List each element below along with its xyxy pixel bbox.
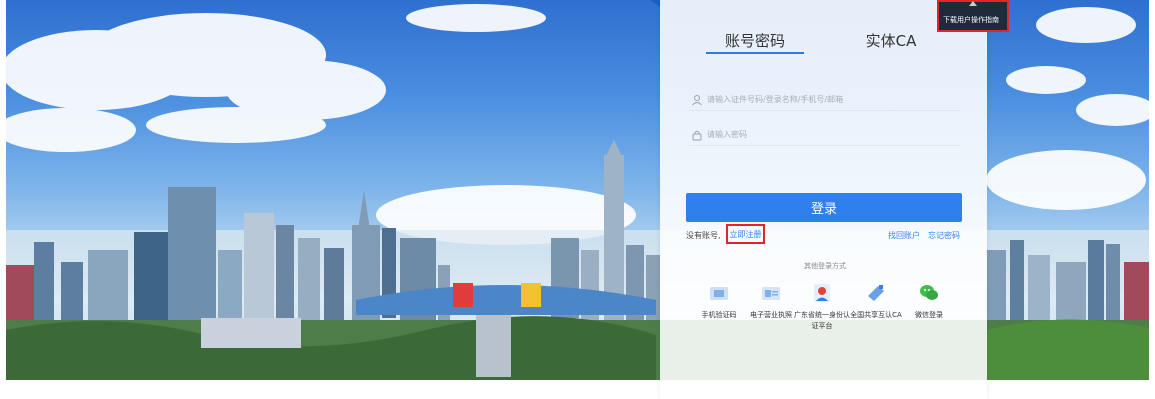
method-label: 广东省统一身份认证平台	[794, 311, 850, 330]
tooltip-arrow-icon	[969, 1, 977, 6]
download-guide-tooltip[interactable]: 下载用户操作指南	[937, 0, 1009, 32]
find-account-link[interactable]: 找回账户	[888, 230, 920, 241]
no-account-text: 没有账号,	[686, 231, 721, 240]
login-method-ca[interactable]: 全国共享互认CA	[848, 282, 904, 321]
tab-physical-ca[interactable]: 实体CA	[836, 30, 946, 56]
user-icon	[692, 94, 702, 105]
phone-sms-icon	[710, 287, 728, 300]
lock-icon	[692, 130, 702, 140]
active-tab-underline	[706, 52, 804, 54]
wechat-icon	[920, 285, 938, 300]
download-guide-label: 下载用户操作指南	[943, 16, 999, 24]
login-method-wechat[interactable]: 微信登录	[901, 282, 957, 321]
username-input[interactable]	[707, 95, 957, 104]
method-label: 电子营业执照	[750, 311, 792, 319]
login-method-identity-platform[interactable]: 广东省统一身份认证平台	[794, 282, 850, 332]
login-method-phone-sms[interactable]: 手机验证码	[691, 282, 747, 321]
method-label: 全国共享互认CA	[850, 311, 902, 319]
business-license-icon	[762, 287, 780, 300]
method-label: 手机验证码	[701, 311, 737, 319]
password-input[interactable]	[707, 130, 957, 139]
login-page: 账号密码 实体CA 登录 没有账号, 立即注册 找回账户 忘记密码 其他登录方式…	[0, 0, 1155, 399]
method-label: 微信登录	[915, 311, 943, 319]
login-button[interactable]: 登录	[686, 193, 962, 222]
username-field	[689, 89, 961, 111]
forget-password-link[interactable]: 忘记密码	[928, 230, 960, 241]
register-link[interactable]: 立即注册	[726, 224, 765, 244]
login-method-business-license[interactable]: 电子营业执照	[743, 282, 799, 321]
password-field	[689, 124, 961, 146]
identity-platform-icon	[814, 284, 830, 302]
other-login-title: 其他登录方式	[804, 262, 846, 270]
ca-key-icon	[868, 285, 884, 301]
